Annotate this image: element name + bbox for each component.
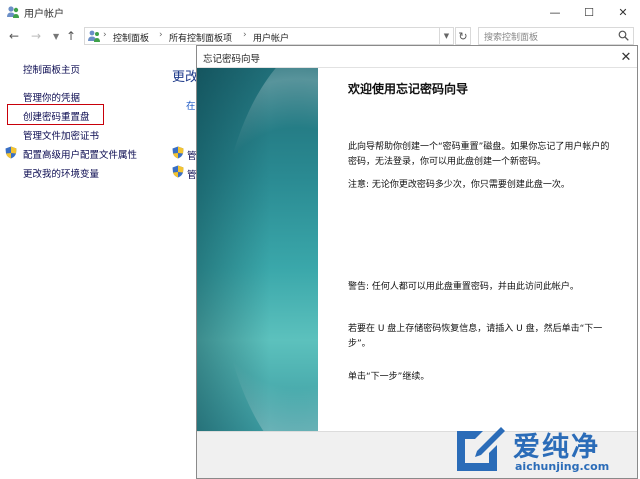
uac-shield-icon (172, 165, 184, 178)
back-arrow-icon[interactable]: ← (9, 29, 19, 43)
search-icon[interactable] (618, 30, 629, 41)
close-button[interactable]: ✕ (606, 0, 640, 24)
forgotten-password-wizard-dialog: 忘记密码向导 ✕ 欢迎使用忘记密码向导 此向导帮助你创建一个“密码重置”磁盘。如… (196, 45, 638, 479)
sidebar-link-environment-variables[interactable]: 更改我的环境变量 (23, 166, 99, 180)
breadcrumb-control-panel[interactable]: 控制面板 (113, 31, 149, 44)
breadcrumb-separator: › (103, 30, 107, 40)
breadcrumb-separator: › (243, 30, 247, 40)
up-arrow-icon[interactable]: ↑ (66, 29, 76, 43)
title-bar: 用户帐户 — ☐ ✕ (0, 0, 640, 24)
wizard-note-text: 注意: 无论你更改密码多少次，你只需要创建此盘一次。 (348, 180, 570, 190)
highlight-box (7, 104, 104, 125)
sidebar-link-file-encryption-certificates[interactable]: 管理文件加密证书 (23, 128, 99, 142)
banner-shade (197, 68, 318, 431)
wizard-heading: 欢迎使用忘记密码向导 (348, 82, 469, 96)
watermark-text: 爱纯净 (513, 432, 600, 463)
address-dropdown-chevron-icon[interactable]: ▼ (440, 27, 454, 45)
breadcrumb-user-accounts[interactable]: 用户帐户 (253, 31, 289, 44)
wizard-intro-text: 此向导帮助你创建一个“密码重置”磁盘。如果你忘记了用户帐户的密码，无法登录，你可… (348, 142, 610, 167)
refresh-icon[interactable]: ↻ (455, 27, 471, 45)
wizard-continue-text: 单击“下一步”继续。 (348, 372, 430, 382)
main-link[interactable]: 在 (186, 98, 196, 112)
breadcrumb-all-items[interactable]: 所有控制面板项 (169, 31, 232, 44)
uac-shield-icon (5, 146, 17, 159)
user-accounts-icon (7, 6, 19, 18)
window-title: 用户帐户 (24, 9, 64, 20)
control-panel-icon (88, 30, 100, 42)
wizard-title: 忘记密码向导 (203, 54, 261, 65)
search-input[interactable] (478, 27, 634, 45)
wizard-title-bar: 忘记密码向导 ✕ (197, 46, 637, 68)
aichunjing-logo-icon (457, 427, 505, 471)
sidebar-link-advanced-profile-properties[interactable]: 配置高级用户配置文件属性 (23, 147, 137, 161)
watermark-url: aichunjing.com (515, 460, 610, 473)
sidebar-link-control-panel-home[interactable]: 控制面板主页 (23, 62, 80, 76)
maximize-button[interactable]: ☐ (572, 0, 606, 24)
minimize-button[interactable]: — (538, 0, 572, 24)
uac-shield-icon (172, 146, 184, 159)
breadcrumb-separator: › (159, 30, 163, 40)
wizard-usb-instruction-text: 若要在 U 盘上存储密码恢复信息，请插入 U 盘，然后单击“下一步”。 (348, 324, 603, 349)
main-heading: 更改 (172, 70, 199, 85)
wizard-banner-image (197, 68, 318, 431)
forward-arrow-icon[interactable]: → (31, 29, 41, 43)
wizard-content: 欢迎使用忘记密码向导 此向导帮助你创建一个“密码重置”磁盘。如果你忘记了用户帐户… (318, 68, 637, 431)
watermark: 爱纯净 aichunjing.com (447, 421, 637, 477)
sidebar-link-manage-credentials[interactable]: 管理你的凭据 (23, 90, 80, 104)
recent-locations-chevron-icon[interactable]: ▼ (53, 32, 59, 41)
wizard-close-button[interactable]: ✕ (617, 48, 635, 66)
wizard-warning-text: 警告: 任何人都可以用此盘重置密码，并由此访问此帐户。 (348, 282, 579, 292)
address-bar[interactable]: › 控制面板 › 所有控制面板项 › 用户帐户 (84, 27, 440, 45)
